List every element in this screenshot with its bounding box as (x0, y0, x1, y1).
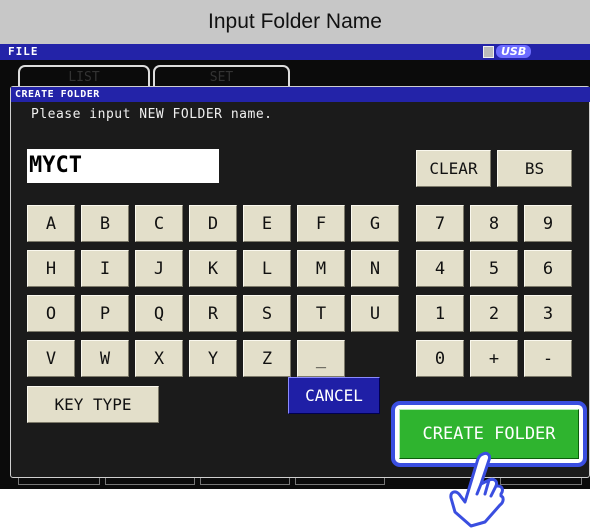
key-t[interactable]: T (297, 295, 345, 332)
dialog-prompt: Please input NEW FOLDER name. (31, 107, 273, 122)
key-0[interactable]: 0 (416, 340, 464, 377)
key-b[interactable]: B (81, 205, 129, 242)
pointing-hand-icon (449, 451, 505, 528)
key-type-button[interactable]: KEY TYPE (27, 386, 159, 423)
key-2[interactable]: 2 (470, 295, 518, 332)
key-e[interactable]: E (243, 205, 291, 242)
key-minus[interactable]: - (524, 340, 572, 377)
key-8[interactable]: 8 (470, 205, 518, 242)
key-7[interactable]: 7 (416, 205, 464, 242)
usb-icon (483, 45, 494, 58)
usb-indicator: USB (483, 45, 532, 58)
key-underscore[interactable]: _ (297, 340, 345, 377)
key-h[interactable]: H (27, 250, 75, 287)
key-j[interactable]: J (135, 250, 183, 287)
key-k[interactable]: K (189, 250, 237, 287)
file-title: FILE (8, 45, 39, 58)
key-a[interactable]: A (27, 205, 75, 242)
key-l[interactable]: L (243, 250, 291, 287)
clear-button[interactable]: CLEAR (416, 150, 491, 187)
file-title-bar: FILE USB (0, 44, 590, 60)
key-6[interactable]: 6 (524, 250, 572, 287)
folder-name-input[interactable]: MYCT (27, 149, 219, 183)
key-n[interactable]: N (351, 250, 399, 287)
key-u[interactable]: U (351, 295, 399, 332)
key-o[interactable]: O (27, 295, 75, 332)
key-i[interactable]: I (81, 250, 129, 287)
key-q[interactable]: Q (135, 295, 183, 332)
key-y[interactable]: Y (189, 340, 237, 377)
cancel-button[interactable]: CANCEL (288, 377, 380, 414)
key-1[interactable]: 1 (416, 295, 464, 332)
key-z[interactable]: Z (243, 340, 291, 377)
key-x[interactable]: X (135, 340, 183, 377)
key-3[interactable]: 3 (524, 295, 572, 332)
backspace-button[interactable]: BS (497, 150, 572, 187)
caption-title: Input Folder Name (0, 0, 590, 44)
key-w[interactable]: W (81, 340, 129, 377)
key-c[interactable]: C (135, 205, 183, 242)
key-v[interactable]: V (27, 340, 75, 377)
key-5[interactable]: 5 (470, 250, 518, 287)
key-r[interactable]: R (189, 295, 237, 332)
key-s[interactable]: S (243, 295, 291, 332)
key-d[interactable]: D (189, 205, 237, 242)
key-9[interactable]: 9 (524, 205, 572, 242)
key-4[interactable]: 4 (416, 250, 464, 287)
key-plus[interactable]: + (470, 340, 518, 377)
key-m[interactable]: M (297, 250, 345, 287)
usb-label: USB (496, 45, 532, 58)
key-f[interactable]: F (297, 205, 345, 242)
key-g[interactable]: G (351, 205, 399, 242)
key-p[interactable]: P (81, 295, 129, 332)
dialog-title: CREATE FOLDER (11, 87, 590, 102)
